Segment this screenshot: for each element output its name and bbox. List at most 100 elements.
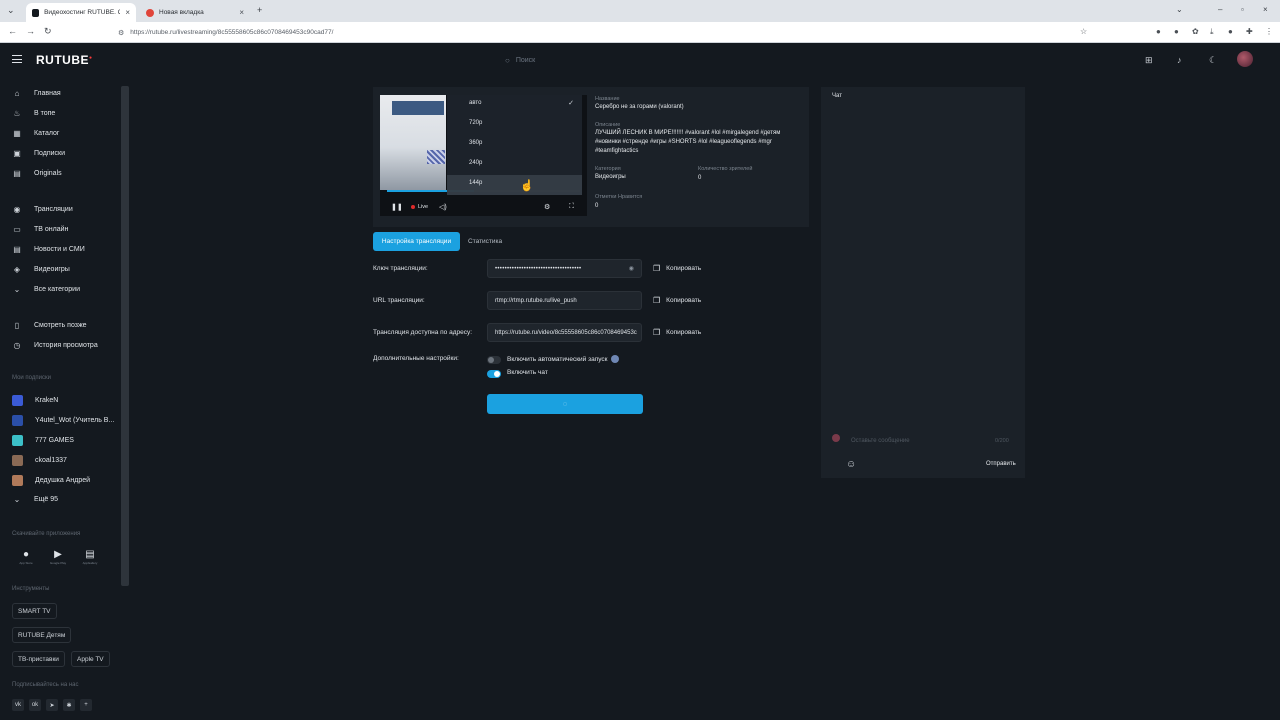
minimize-icon[interactable]: – [1218, 5, 1222, 14]
tab-search-icon[interactable]: ⌄ [1176, 5, 1183, 14]
close-tab-icon[interactable]: × [125, 8, 130, 17]
pause-icon[interactable]: ❚❚ [391, 203, 403, 211]
sidebar-item-tv[interactable]: ▭ ТВ онлайн [12, 225, 68, 234]
save-button[interactable]: ◌ [487, 394, 643, 414]
tool-chip-smart-tv[interactable]: SMART TV [12, 603, 57, 619]
sidebar-item-news[interactable]: ▤ Новости и СМИ [12, 245, 85, 254]
sidebar-item-catalog[interactable]: ▦ Каталог [12, 129, 59, 138]
bookmark-star-icon[interactable]: ☆ [1080, 27, 1087, 36]
browser-tab-active[interactable]: Видеохостинг RUTUBE. Смотр... воспроизво… [26, 3, 136, 22]
sidebar-show-more[interactable]: ⌄ Ещё 95 [12, 495, 58, 504]
stream-url-field[interactable]: rtmp://rtmp.rutube.ru/live_push [487, 291, 642, 310]
extension-icon[interactable]: ● [1174, 27, 1179, 36]
home-icon: ⌂ [14, 89, 20, 98]
extension-icon[interactable]: ● [1156, 27, 1161, 36]
send-button[interactable]: Отправить [986, 461, 1016, 467]
theme-moon-icon[interactable]: ☾ [1209, 55, 1217, 66]
new-tab-icon[interactable]: + [257, 5, 262, 15]
search-placeholder: Поиск [515, 56, 536, 64]
fullscreen-icon[interactable]: ⛶ [569, 203, 574, 211]
tool-chip-kids[interactable]: RUTUBE Детям [12, 627, 72, 643]
video-frame-banner [392, 101, 444, 115]
more-social-icon[interactable]: + [80, 699, 92, 711]
autostart-toggle[interactable] [487, 356, 501, 364]
chevron-down-icon: ⌄ [13, 495, 21, 504]
tab-list-icon[interactable]: ⌄ [7, 5, 15, 16]
volume-icon[interactable]: ◁) [439, 203, 447, 211]
category-label: Категория [595, 166, 621, 172]
browser-menu-icon[interactable]: ⋮ [1265, 27, 1273, 36]
quality-option-144[interactable]: 144p [469, 180, 482, 186]
browser-tab-title: Новая вкладка [159, 9, 204, 16]
title-value: Серебро не за горами (valorant) [595, 104, 684, 110]
quality-option-240[interactable]: 240p [469, 160, 482, 166]
google-play-link[interactable]: ▶ Google Play [46, 549, 70, 571]
settings-gear-icon[interactable]: ⚙ [544, 203, 550, 211]
quality-option-360[interactable]: 360p [469, 140, 482, 146]
grid-icon: ▦ [13, 129, 21, 138]
profile-icon[interactable]: ● [1228, 27, 1233, 36]
chat-toggle[interactable] [487, 370, 501, 378]
subscription-item[interactable]: ckoal1337 [12, 455, 67, 466]
close-tab-icon[interactable]: × [239, 8, 244, 17]
user-avatar[interactable] [1237, 51, 1253, 67]
subscription-item[interactable]: Y4utel_Wot (Учитель В... [12, 415, 114, 426]
sidebar-scrollbar[interactable] [121, 86, 129, 586]
stream-key-field[interactable]: •••••••••••••••••••••••••••••••••••• ◉ [487, 259, 642, 278]
window-close-icon[interactable]: × [1263, 5, 1268, 14]
subscription-item[interactable]: KrakeN [12, 395, 58, 406]
sidebar-item-watch-later[interactable]: ▯ Смотреть позже [12, 321, 87, 330]
sidebar-item-all-categories[interactable]: ⌄ Все категории [12, 285, 80, 294]
downloads-icon[interactable]: ⤓ [1210, 27, 1214, 37]
sidebar-item-top[interactable]: ♨ В топе [12, 109, 55, 118]
tab-stream-settings[interactable]: Настройка трансляции [373, 232, 460, 251]
copy-address-button[interactable]: ❐ Копировать [653, 328, 701, 337]
tool-chip-apple-tv[interactable]: Apple TV [71, 651, 110, 667]
reload-icon[interactable]: ↻ [44, 26, 52, 37]
notifications-bell-icon[interactable]: ♪ [1177, 55, 1182, 65]
browser-tabbar: ⌄ Видеохостинг RUTUBE. Смотр... воспроиз… [0, 0, 1280, 22]
google-play-icon: ▶ [54, 549, 62, 560]
forward-icon[interactable]: → [26, 26, 35, 36]
maximize-icon[interactable]: ▫ [1241, 5, 1244, 14]
app-gallery-link[interactable]: ▤ AppGallery [78, 549, 102, 571]
chat-toggle-label: Включить чат [507, 369, 548, 376]
subscription-item[interactable]: 777 GAMES [12, 435, 74, 446]
app-store-link[interactable]: ● App Store [14, 549, 38, 571]
extension-icon[interactable]: ✿ [1192, 27, 1199, 36]
tools-heading: Инструменты [12, 586, 50, 592]
tab-statistics[interactable]: Статистика [468, 232, 502, 251]
url-field[interactable]: ⚙ https://rutube.ru/livestreaming/8c5555… [118, 25, 1098, 40]
subscription-item[interactable]: Дедушка Андрей [12, 475, 90, 486]
rutube-logo[interactable]: RUTUBE● [36, 53, 93, 67]
back-icon[interactable]: ← [8, 26, 17, 36]
fire-icon: ♨ [13, 109, 21, 118]
extensions-puzzle-icon[interactable]: ✚ [1246, 27, 1253, 36]
eye-icon[interactable]: ◉ [629, 265, 634, 272]
sidebar-item-subscriptions[interactable]: ▣ Подписки [12, 149, 65, 158]
menu-icon[interactable] [12, 55, 22, 63]
emoji-icon[interactable]: ☺ [846, 459, 856, 470]
copy-key-button[interactable]: ❐ Копировать [653, 264, 701, 273]
ok-icon[interactable]: ok [29, 699, 41, 711]
sidebar-item-broadcasts[interactable]: ◉ Трансляции [12, 205, 73, 214]
sidebar-item-games[interactable]: ◈ Видеоигры [12, 265, 70, 274]
info-icon[interactable] [610, 355, 619, 363]
site-info-icon[interactable]: ⚙ [118, 29, 124, 37]
vk-icon[interactable]: vk [12, 699, 24, 711]
upload-icon[interactable]: ⊞ [1145, 55, 1153, 66]
stream-address-field[interactable]: https://rutube.ru/video/8c55558605c86c07… [487, 323, 642, 342]
search-input[interactable]: ○ Поиск [505, 52, 730, 68]
sidebar-item-history[interactable]: ◷ История просмотра [12, 341, 98, 350]
quality-option-720[interactable]: 720p [469, 120, 482, 126]
sidebar-item-home[interactable]: ⌂ Главная [12, 89, 61, 98]
chat-message-input[interactable]: Оставьте сообщение [851, 438, 910, 444]
browser-tab-new[interactable]: Новая вкладка × [140, 3, 250, 22]
telegram-icon[interactable]: ➤ [46, 699, 58, 711]
sidebar-item-originals[interactable]: ▤ Originals [12, 169, 61, 178]
tool-chip-tv-boxes[interactable]: ТВ-приставки [12, 651, 65, 667]
copy-url-button[interactable]: ❐ Копировать [653, 296, 701, 305]
dzen-icon[interactable]: ✱ [63, 699, 75, 711]
description-label: Описание [595, 122, 621, 128]
quality-option-auto[interactable]: авто [469, 100, 481, 106]
